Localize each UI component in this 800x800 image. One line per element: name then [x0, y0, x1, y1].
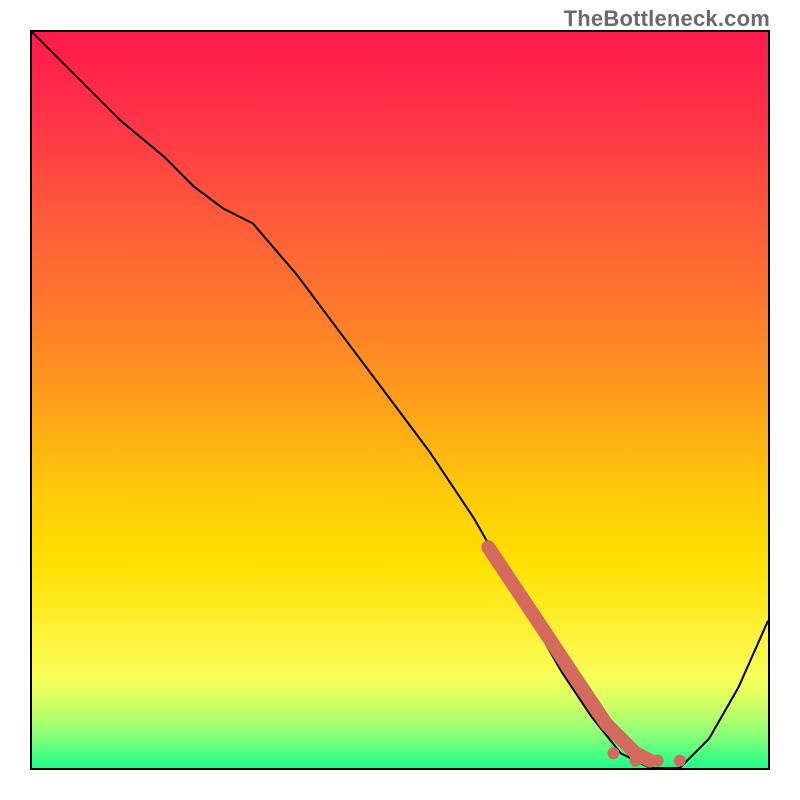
- baseline-dot: [630, 755, 642, 767]
- chart-overlay: [32, 32, 768, 768]
- baseline-dot: [607, 747, 619, 759]
- chart-frame: TheBottleneck.com: [0, 0, 800, 800]
- watermark-text: TheBottleneck.com: [564, 6, 770, 32]
- bottleneck-curve: [32, 32, 768, 768]
- plot-area: [30, 30, 770, 770]
- baseline-dot: [652, 755, 664, 767]
- baseline-dot: [674, 755, 686, 767]
- highlight-segment: [488, 547, 650, 760]
